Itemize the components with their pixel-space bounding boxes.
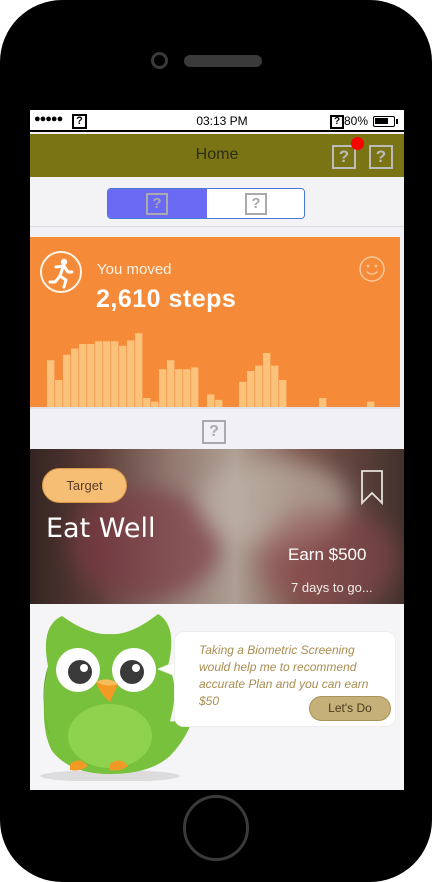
target-button[interactable]: Target — [42, 468, 127, 503]
speaker — [184, 55, 262, 67]
steps-bar — [279, 380, 287, 407]
steps-bar — [71, 348, 79, 407]
segment-left[interactable]: ? — [108, 189, 207, 218]
earn-label: Earn $500 — [288, 545, 367, 564]
owl-prompt: Taking a Biometric Screening would help … — [30, 604, 404, 790]
steps-chart — [30, 333, 400, 409]
steps-bar — [215, 399, 223, 407]
status-time: 03:13 PM — [196, 114, 248, 128]
steps-bar — [367, 401, 375, 407]
header-placeholder-icon-1[interactable]: ? — [332, 145, 356, 169]
lets-do-button[interactable]: Let's Do — [309, 696, 391, 721]
steps-bar — [159, 369, 167, 407]
segmented-control: ? ? — [107, 188, 305, 219]
steps-bar — [191, 367, 199, 407]
moved-label: You moved — [97, 261, 172, 278]
segment-area: ? ? — [30, 177, 404, 227]
steps-bar — [143, 398, 151, 407]
steps-bar — [263, 353, 271, 407]
card-title: Eat Well — [46, 513, 156, 544]
steps-bar — [183, 369, 191, 407]
notification-dot — [351, 137, 364, 150]
placeholder-icon[interactable]: ? — [202, 420, 226, 444]
eat-well-card[interactable]: Target Eat Well Earn $500 7 days to go..… — [30, 449, 404, 604]
steps-bar — [127, 340, 135, 407]
phone-frame: ●●●●● ? 03:13 PM ? 80% Home ? ? ? ? You … — [0, 0, 432, 882]
steps-bar — [47, 360, 55, 407]
segment-right[interactable]: ? — [207, 189, 304, 218]
steps-value: 2,610 steps — [96, 285, 237, 313]
steps-bar — [135, 333, 143, 407]
steps-bar — [87, 344, 95, 407]
steps-bar — [167, 360, 175, 407]
signal-icon: ●●●●● — [34, 113, 63, 125]
steps-bar — [207, 394, 215, 407]
smiley-icon[interactable] — [358, 255, 386, 283]
status-placeholder-icon: ? — [72, 114, 87, 129]
steps-bar — [119, 345, 127, 407]
home-button[interactable] — [183, 795, 249, 861]
steps-bar — [247, 371, 255, 407]
segment-right-icon: ? — [245, 193, 267, 215]
app-header: Home ? ? — [30, 134, 404, 177]
steps-bar — [95, 341, 103, 407]
steps-bar — [319, 398, 327, 407]
battery-icon — [373, 116, 395, 127]
runner-icon — [40, 251, 82, 293]
battery-percent: 80% — [344, 114, 369, 128]
status-bar: ●●●●● ? 03:13 PM ? 80% — [30, 110, 404, 132]
status-placeholder-icon-2: ? — [330, 115, 344, 129]
days-left-label: 7 days to go... — [291, 580, 373, 595]
steps-bar — [255, 365, 263, 407]
bookmark-icon[interactable] — [360, 469, 384, 505]
header-placeholder-icon-2[interactable]: ? — [369, 145, 393, 169]
speech-bubble: Taking a Biometric Screening would help … — [174, 631, 396, 727]
steps-bar — [79, 344, 87, 407]
chart-baseline — [30, 407, 400, 409]
steps-bar — [175, 369, 183, 407]
steps-bar — [103, 341, 111, 407]
battery-tip — [396, 119, 398, 124]
camera — [151, 52, 168, 69]
steps-bar — [239, 381, 247, 407]
steps-bar — [55, 380, 63, 407]
steps-bar — [151, 401, 159, 407]
steps-bar — [63, 354, 71, 407]
steps-bar — [271, 365, 279, 407]
steps-bar — [111, 341, 119, 407]
steps-card[interactable]: You moved 2,610 steps — [30, 237, 400, 409]
segment-left-icon: ? — [146, 193, 168, 215]
screen: ●●●●● ? 03:13 PM ? 80% Home ? ? ? ? You … — [30, 110, 404, 790]
